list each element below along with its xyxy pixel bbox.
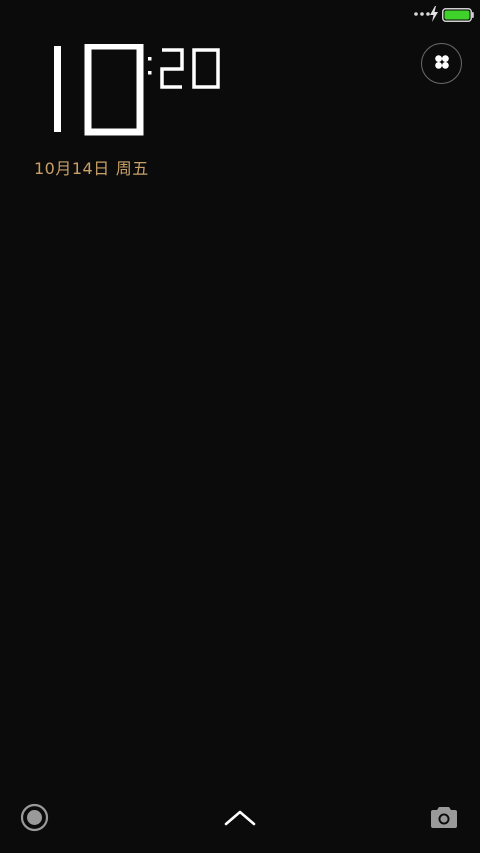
camera-icon bbox=[430, 807, 458, 834]
status-bar bbox=[0, 0, 480, 28]
battery-icon bbox=[442, 7, 474, 22]
date-label: 10月14日 周五 bbox=[34, 155, 149, 179]
clover-apps-icon bbox=[434, 54, 450, 74]
clock-hours: 10 bbox=[48, 42, 144, 136]
clock-minutes: 20 bbox=[148, 48, 224, 90]
date-day: 10月14日 bbox=[34, 159, 110, 178]
date-weekday: 周五 bbox=[115, 159, 149, 178]
swipe-up-button[interactable] bbox=[223, 808, 257, 828]
lock-screen: 10 20 10月14日周五 bbox=[0, 0, 480, 853]
apps-button[interactable] bbox=[421, 43, 462, 84]
chevron-up-icon bbox=[223, 810, 257, 832]
more-dots-icon bbox=[414, 9, 430, 19]
camera-button[interactable] bbox=[430, 804, 458, 830]
record-button[interactable] bbox=[20, 803, 49, 832]
charging-bolt-icon bbox=[429, 6, 439, 22]
battery-fill bbox=[444, 10, 470, 20]
record-ring-icon bbox=[20, 803, 49, 836]
